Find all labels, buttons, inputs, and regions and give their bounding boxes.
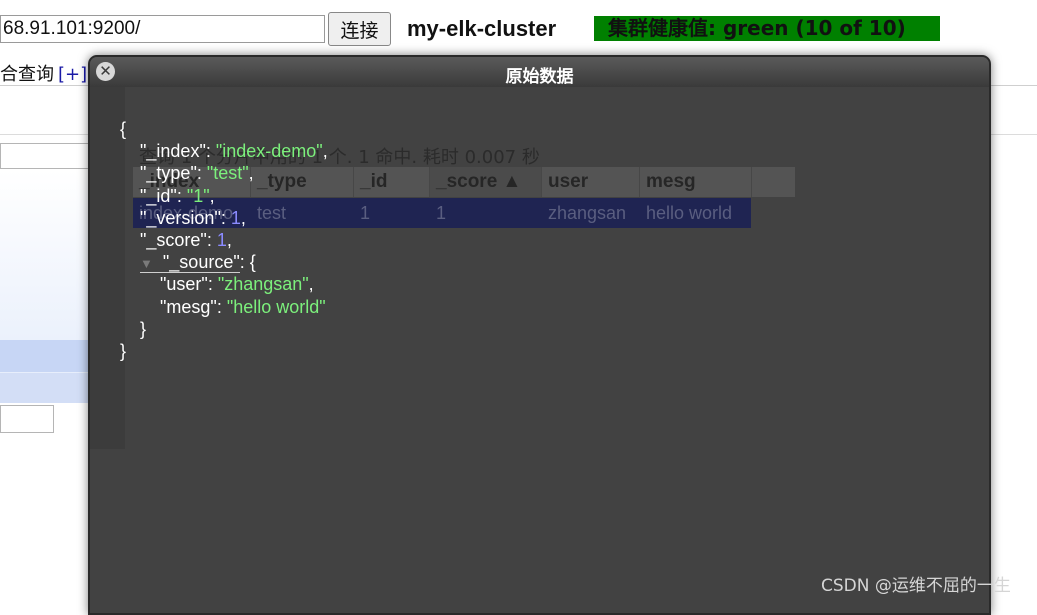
tab-query[interactable]: 合查询: [0, 64, 54, 85]
dialog-title: 原始数据: [505, 67, 574, 87]
cluster-name: my-elk-cluster: [407, 16, 557, 41]
close-icon[interactable]: ✕: [96, 62, 115, 81]
json-brace: }: [120, 340, 127, 361]
cluster-health-badge: 集群健康值: green (10 of 10): [594, 16, 940, 41]
collapse-triangle-icon[interactable]: ▼: [140, 256, 153, 271]
tab-row: 合查询 [+]: [0, 60, 87, 86]
filter-input[interactable]: [0, 405, 54, 433]
json-line: "user": "zhangsan",: [160, 274, 314, 295]
json-brace: }: [120, 318, 147, 339]
json-line: "_version": 1,: [140, 207, 246, 228]
watermark: CSDN @运维不屈的一生: [821, 576, 1011, 596]
json-line: "_type": "test",: [140, 163, 254, 184]
connect-button[interactable]: 连接: [328, 12, 391, 46]
json-line: "_index": "index-demo",: [140, 141, 328, 162]
json-line: "mesg": "hello world": [160, 296, 326, 317]
json-line: "_id": "1",: [140, 185, 215, 206]
json-brace: {: [120, 119, 127, 139]
json-line[interactable]: ▼ "_source": {: [120, 251, 328, 274]
url-input[interactable]: [0, 15, 325, 43]
dialog-header: 原始数据 ✕: [90, 57, 989, 87]
json-line: "_score": 1,: [140, 229, 232, 250]
raw-json-view: { "_index": "index-demo", "_type": "test…: [120, 118, 328, 362]
add-query-tab-button[interactable]: [+]: [58, 64, 87, 85]
